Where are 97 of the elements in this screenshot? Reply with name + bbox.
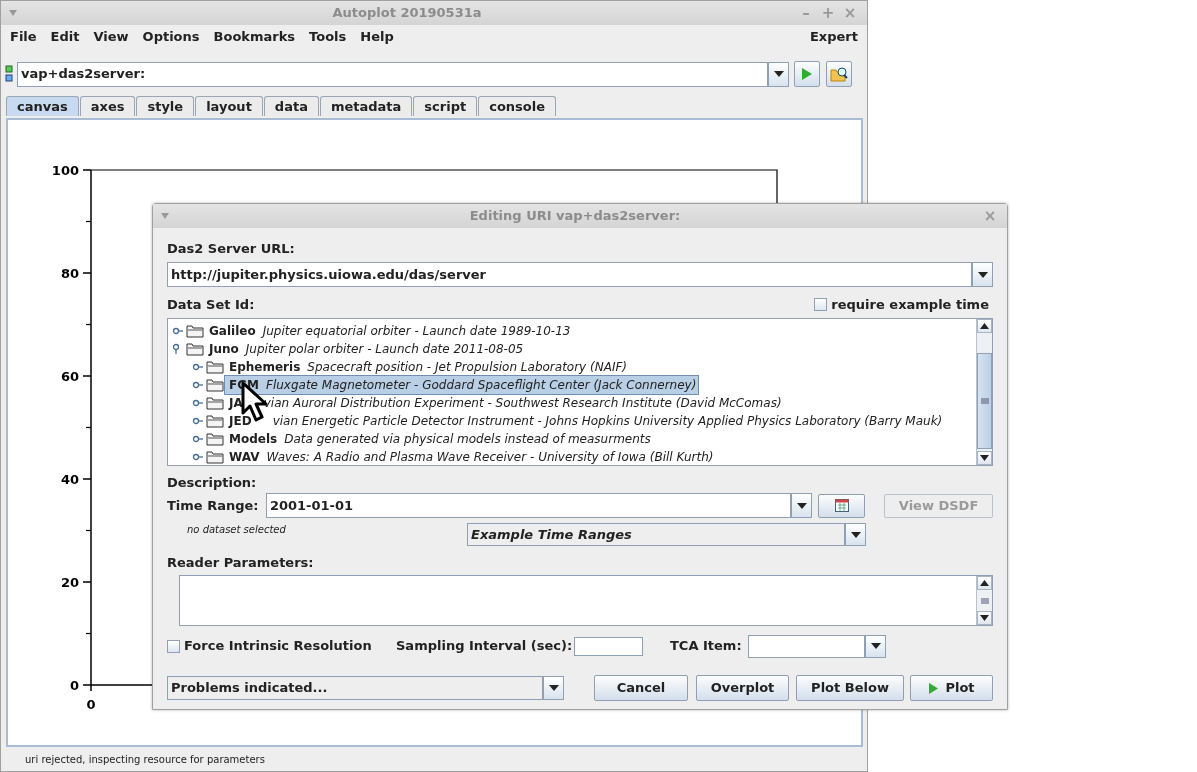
folder-icon [206,377,224,393]
calendar-icon [834,499,849,512]
field-label: Sampling Interval (sec): [396,637,574,656]
scroll-down-icon [980,615,989,621]
caret-icon [976,269,989,280]
dropdown-button[interactable] [543,676,564,700]
tree-item[interactable]: Models Data generated via physical models instead of measurments [225,430,653,448]
example-time-ranges-dropdown[interactable]: Example Time Ranges [467,523,845,546]
grip-icon [980,598,989,605]
field-label: Description: [167,474,258,491]
expand-toggle-icon[interactable] [192,361,204,373]
grip-icon [980,398,989,404]
menu-item[interactable]: Tools [309,27,347,47]
scroll-down-icon [980,455,989,461]
text-area[interactable] [179,575,993,626]
tab[interactable]: canvas [6,96,79,116]
dropdown-button[interactable] [865,634,886,658]
window-title: Autoplot 20190531a [331,4,483,23]
caret-icon [795,500,808,511]
dialog-button[interactable]: Cancel [594,675,688,701]
folder-icon [206,359,224,375]
menu-item[interactable]: Edit [50,27,80,47]
checkbox[interactable] [167,639,180,653]
field-label: TCA Item: [670,637,743,656]
time-range-field[interactable]: 2001-01-01 [265,493,792,518]
dialog-button[interactable]: Plot Below [796,675,904,701]
uri-field[interactable]: vap+das2server: [17,61,768,87]
menu-item[interactable]: Help [360,27,394,47]
open-button[interactable] [826,61,852,87]
menu-item[interactable]: File [10,27,37,47]
expand-toggle-icon[interactable] [192,379,204,391]
dropdown-button[interactable] [972,262,993,287]
folder-icon [186,323,204,339]
tick-label: 80 [60,266,79,281]
tree-item[interactable]: JED vian Energetic Particle Detector Instrument - Johns Hopkins University Applied Physics Laboratory (Barry Mauk) [225,412,945,430]
caret-icon [772,69,785,79]
dropdown-button[interactable] [845,523,866,546]
tree-item[interactable]: WAV Waves: A Radio and Plasma Wave Receiver - University of Iowa (Bill Kurth) [225,448,716,465]
tab[interactable]: layout [195,96,263,116]
expand-toggle-icon[interactable] [172,325,184,337]
checkbox[interactable] [814,298,828,311]
tab[interactable]: console [478,96,557,116]
field-label: Das2 Server URL: [167,240,296,257]
field-label: Time Range: [167,496,260,515]
caret-icon [849,529,862,540]
tick-label: 100 [51,163,79,178]
sampling-interval-field[interactable] [574,636,643,656]
status-note: no dataset selected [187,523,287,537]
checkbox-label[interactable]: require example time [831,294,989,315]
tree-item[interactable]: Juno Jupiter polar orbiter - Launch date 2011-08-05 [205,340,526,358]
scroll-up-icon [980,580,989,586]
caret-icon [869,641,882,651]
menu-item[interactable]: Bookmarks [213,27,296,47]
scrollbar[interactable] [976,319,992,465]
plot-button[interactable]: Plot [910,675,993,701]
tab[interactable]: metadata [319,96,413,116]
problems-dropdown[interactable]: Problems indicated... [167,676,543,700]
expand-toggle-icon[interactable] [192,397,204,409]
tca-item-field[interactable] [748,634,865,658]
menu-item[interactable]: Options [142,27,200,47]
dialog-title: Editing URI vap+das2server: [468,207,682,226]
tab[interactable]: axes [79,96,136,116]
dropdown-button[interactable] [768,61,789,87]
tick-label: 60 [60,369,79,384]
tree-item[interactable]: Galileo Jupiter equatorial orbiter - Launch date 1989-10-13 [205,322,573,340]
tab[interactable]: data [263,96,319,116]
play-icon [801,67,813,81]
field-label: Reader Parameters: [167,554,315,571]
tick-label: 0 [86,697,96,712]
tab[interactable]: script [413,96,478,116]
tick-label: 0 [69,678,79,693]
caret-icon [547,683,560,693]
server-url-field[interactable]: http://jupiter.physics.uiowa.edu/das/server [167,262,972,287]
folder-icon [206,395,224,411]
expand-toggle-icon[interactable] [192,451,204,463]
play-icon [928,681,940,695]
folder-icon [206,413,224,429]
status-text: uri rejected, inspecting resource for parameters [24,752,266,767]
scroll-up-icon [980,323,989,329]
dialog-button[interactable]: Overplot [696,675,789,701]
expand-toggle-icon[interactable] [192,415,204,427]
tab[interactable]: style [136,96,195,116]
folder-icon [186,341,204,357]
tree-item[interactable]: Ephemeris Spacecraft position - Jet Propulsion Laboratory (NAIF) [225,358,629,376]
tick-label: 20 [60,575,79,590]
status-icon [5,65,13,83]
dropdown-button[interactable] [791,493,813,518]
calendar-button[interactable] [818,493,866,518]
field-label: Data Set Id: [167,295,255,314]
checkbox-label[interactable]: Force Intrinsic Resolution [184,636,396,656]
expand-toggle-icon[interactable] [192,433,204,445]
play-button[interactable] [794,61,820,87]
tick-label: 40 [60,472,79,487]
folder-icon [206,431,224,447]
menu-item[interactable]: View [93,27,129,47]
folder-magnifier-icon [830,66,848,82]
menu-item[interactable]: Expert [810,27,858,47]
